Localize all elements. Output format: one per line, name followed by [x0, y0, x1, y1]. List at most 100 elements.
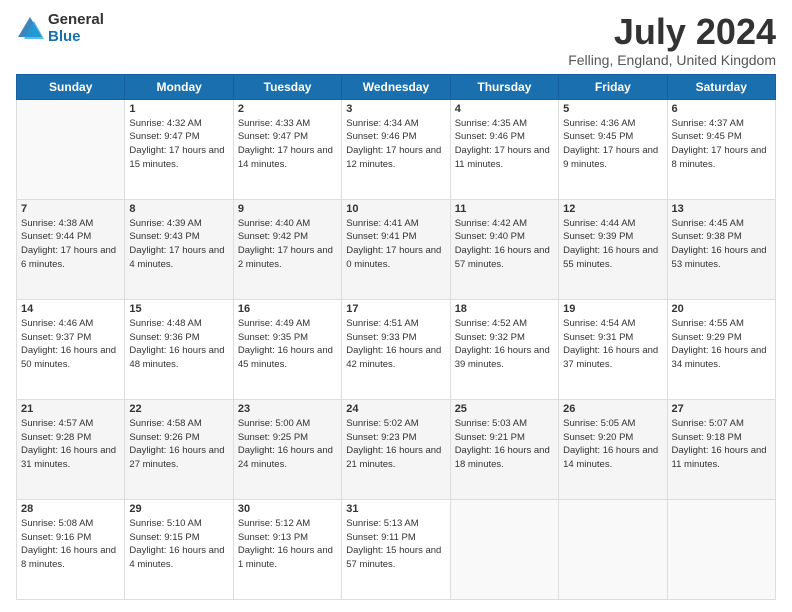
- day-number: 27: [672, 403, 771, 415]
- day-number: 5: [563, 103, 662, 115]
- col-sunday: Sunday: [17, 74, 125, 99]
- day-number: 10: [346, 203, 445, 215]
- table-row: 26 Sunrise: 5:05 AMSunset: 9:20 PMDayligh…: [559, 399, 667, 499]
- table-row: [667, 499, 775, 599]
- day-number: 18: [455, 303, 554, 315]
- day-info: Sunrise: 4:42 AMSunset: 9:40 PMDaylight:…: [455, 217, 554, 272]
- day-number: 21: [21, 403, 120, 415]
- day-number: 23: [238, 403, 337, 415]
- day-info: Sunrise: 4:40 AMSunset: 9:42 PMDaylight:…: [238, 217, 337, 272]
- table-row: 19 Sunrise: 4:54 AMSunset: 9:31 PMDayligh…: [559, 299, 667, 399]
- table-row: 30 Sunrise: 5:12 AMSunset: 9:13 PMDayligh…: [233, 499, 341, 599]
- table-row: 23 Sunrise: 5:00 AMSunset: 9:25 PMDayligh…: [233, 399, 341, 499]
- day-info: Sunrise: 4:57 AMSunset: 9:28 PMDaylight:…: [21, 417, 120, 472]
- calendar-header-row: Sunday Monday Tuesday Wednesday Thursday…: [17, 74, 776, 99]
- col-wednesday: Wednesday: [342, 74, 450, 99]
- day-info: Sunrise: 4:54 AMSunset: 9:31 PMDaylight:…: [563, 317, 662, 372]
- table-row: 10 Sunrise: 4:41 AMSunset: 9:41 PMDayligh…: [342, 199, 450, 299]
- table-row: [17, 99, 125, 199]
- day-number: 13: [672, 203, 771, 215]
- page: General Blue July 2024 Felling, England,…: [0, 0, 792, 612]
- table-row: 12 Sunrise: 4:44 AMSunset: 9:39 PMDayligh…: [559, 199, 667, 299]
- location-label: Felling, England, United Kingdom: [568, 52, 776, 68]
- logo-blue-label: Blue: [48, 29, 104, 46]
- col-friday: Friday: [559, 74, 667, 99]
- day-number: 3: [346, 103, 445, 115]
- day-number: 31: [346, 503, 445, 515]
- day-number: 12: [563, 203, 662, 215]
- col-monday: Monday: [125, 74, 233, 99]
- day-info: Sunrise: 4:34 AMSunset: 9:46 PMDaylight:…: [346, 117, 445, 172]
- day-info: Sunrise: 4:44 AMSunset: 9:39 PMDaylight:…: [563, 217, 662, 272]
- col-thursday: Thursday: [450, 74, 558, 99]
- table-row: 1 Sunrise: 4:32 AMSunset: 9:47 PMDaylight…: [125, 99, 233, 199]
- day-info: Sunrise: 4:55 AMSunset: 9:29 PMDaylight:…: [672, 317, 771, 372]
- table-row: 4 Sunrise: 4:35 AMSunset: 9:46 PMDaylight…: [450, 99, 558, 199]
- day-number: 2: [238, 103, 337, 115]
- table-row: 29Sunrise: 5:10 AMSunset: 9:15 PMDayligh…: [125, 499, 233, 599]
- calendar-week-row: 14 Sunrise: 4:46 AMSunset: 9:37 PMDayligh…: [17, 299, 776, 399]
- day-info: Sunrise: 5:13 AMSunset: 9:11 PMDaylight:…: [346, 517, 445, 572]
- day-info: Sunrise: 4:52 AMSunset: 9:32 PMDaylight:…: [455, 317, 554, 372]
- day-number: 19: [563, 303, 662, 315]
- table-row: 16Sunrise: 4:49 AMSunset: 9:35 PMDayligh…: [233, 299, 341, 399]
- day-info: Sunrise: 5:07 AMSunset: 9:18 PMDaylight:…: [672, 417, 771, 472]
- day-number: 4: [455, 103, 554, 115]
- day-info: Sunrise: 4:35 AMSunset: 9:46 PMDaylight:…: [455, 117, 554, 172]
- day-number: 1: [129, 103, 228, 115]
- day-info: Sunrise: 4:41 AMSunset: 9:41 PMDaylight:…: [346, 217, 445, 272]
- day-number: 28: [21, 503, 120, 515]
- day-number: 14: [21, 303, 120, 315]
- table-row: 5 Sunrise: 4:36 AMSunset: 9:45 PMDaylight…: [559, 99, 667, 199]
- calendar-week-row: 21 Sunrise: 4:57 AMSunset: 9:28 PMDayligh…: [17, 399, 776, 499]
- logo-icon: [16, 15, 44, 43]
- table-row: [450, 499, 558, 599]
- table-row: 8 Sunrise: 4:39 AMSunset: 9:43 PMDaylight…: [125, 199, 233, 299]
- table-row: 25 Sunrise: 5:03 AMSunset: 9:21 PMDayligh…: [450, 399, 558, 499]
- table-row: 11 Sunrise: 4:42 AMSunset: 9:40 PMDayligh…: [450, 199, 558, 299]
- day-number: 16: [238, 303, 337, 315]
- calendar-table: Sunday Monday Tuesday Wednesday Thursday…: [16, 74, 776, 600]
- day-number: 17: [346, 303, 445, 315]
- day-info: Sunrise: 4:46 AMSunset: 9:37 PMDaylight:…: [21, 317, 120, 372]
- table-row: 21 Sunrise: 4:57 AMSunset: 9:28 PMDayligh…: [17, 399, 125, 499]
- table-row: 7Sunrise: 4:38 AMSunset: 9:44 PMDaylight…: [17, 199, 125, 299]
- day-info: Sunrise: 5:00 AMSunset: 9:25 PMDaylight:…: [238, 417, 337, 472]
- month-year-title: July 2024: [568, 12, 776, 52]
- day-info: Sunrise: 4:33 AMSunset: 9:47 PMDaylight:…: [238, 117, 337, 172]
- table-row: 13 Sunrise: 4:45 AMSunset: 9:38 PMDayligh…: [667, 199, 775, 299]
- table-row: 9Sunrise: 4:40 AMSunset: 9:42 PMDaylight…: [233, 199, 341, 299]
- day-number: 30: [238, 503, 337, 515]
- day-info: Sunrise: 4:32 AMSunset: 9:47 PMDaylight:…: [129, 117, 228, 172]
- table-row: 28 Sunrise: 5:08 AMSunset: 9:16 PMDayligh…: [17, 499, 125, 599]
- table-row: 6 Sunrise: 4:37 AMSunset: 9:45 PMDaylight…: [667, 99, 775, 199]
- table-row: 2 Sunrise: 4:33 AMSunset: 9:47 PMDaylight…: [233, 99, 341, 199]
- day-info: Sunrise: 5:10 AMSunset: 9:15 PMDaylight:…: [129, 517, 228, 572]
- day-info: Sunrise: 4:37 AMSunset: 9:45 PMDaylight:…: [672, 117, 771, 172]
- day-number: 26: [563, 403, 662, 415]
- day-info: Sunrise: 5:12 AMSunset: 9:13 PMDaylight:…: [238, 517, 337, 572]
- day-number: 22: [129, 403, 228, 415]
- day-number: 7: [21, 203, 120, 215]
- table-row: 20Sunrise: 4:55 AMSunset: 9:29 PMDayligh…: [667, 299, 775, 399]
- day-number: 11: [455, 203, 554, 215]
- col-saturday: Saturday: [667, 74, 775, 99]
- day-info: Sunrise: 5:05 AMSunset: 9:20 PMDaylight:…: [563, 417, 662, 472]
- logo-general-label: General: [48, 12, 104, 29]
- logo: General Blue: [16, 12, 104, 45]
- day-number: 6: [672, 103, 771, 115]
- day-info: Sunrise: 4:39 AMSunset: 9:43 PMDaylight:…: [129, 217, 228, 272]
- day-info: Sunrise: 4:36 AMSunset: 9:45 PMDaylight:…: [563, 117, 662, 172]
- day-info: Sunrise: 4:58 AMSunset: 9:26 PMDaylight:…: [129, 417, 228, 472]
- day-info: Sunrise: 5:03 AMSunset: 9:21 PMDaylight:…: [455, 417, 554, 472]
- day-info: Sunrise: 4:45 AMSunset: 9:38 PMDaylight:…: [672, 217, 771, 272]
- table-row: 3 Sunrise: 4:34 AMSunset: 9:46 PMDaylight…: [342, 99, 450, 199]
- table-row: 31 Sunrise: 5:13 AMSunset: 9:11 PMDayligh…: [342, 499, 450, 599]
- day-info: Sunrise: 5:08 AMSunset: 9:16 PMDaylight:…: [21, 517, 120, 572]
- header: General Blue July 2024 Felling, England,…: [16, 12, 776, 68]
- table-row: 15Sunrise: 4:48 AMSunset: 9:36 PMDayligh…: [125, 299, 233, 399]
- day-number: 25: [455, 403, 554, 415]
- col-tuesday: Tuesday: [233, 74, 341, 99]
- day-number: 8: [129, 203, 228, 215]
- table-row: 24Sunrise: 5:02 AMSunset: 9:23 PMDayligh…: [342, 399, 450, 499]
